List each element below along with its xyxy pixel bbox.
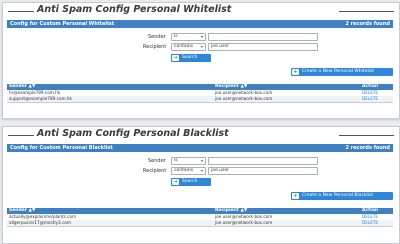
config-header-bar: Config for Custom Personal Whitelist 2 r… (7, 20, 393, 28)
recipient-label: Recipient (143, 44, 167, 50)
sender-operator-select[interactable]: is ▾ (171, 33, 206, 41)
recipient-operator-select[interactable]: contains ▾ (171, 167, 206, 175)
chevron-down-icon: ▾ (200, 158, 203, 163)
page-title: Anti Spam Config Personal Whitelist (37, 4, 232, 15)
recipient-input[interactable]: joe.user (208, 167, 318, 175)
arrow-right-icon: ➜ (172, 55, 179, 61)
chevron-down-icon: ▾ (200, 44, 203, 49)
create-blacklist-button[interactable]: + Create a New Personal Blacklist (291, 192, 393, 200)
create-blacklist-label: Create a New Personal Blacklist (302, 193, 374, 198)
sender-input[interactable] (208, 157, 318, 165)
recipient-input-value: joe.user (211, 44, 230, 49)
sender-label: Sender (148, 34, 166, 40)
recipient-operator-value: contains (174, 44, 194, 49)
sender-operator-value: is (174, 34, 178, 39)
config-header-title: Config for Custom Personal Whitelist (10, 21, 115, 27)
search-button-label: Search (182, 179, 198, 184)
search-button-label: Search (182, 55, 198, 60)
title-rule-left (8, 135, 34, 136)
config-header-bar: Config for Custom Personal Blacklist 2 r… (7, 144, 393, 152)
recipient-input[interactable]: joe.user (208, 43, 318, 51)
search-button[interactable]: ➜ Search (171, 178, 211, 186)
records-count: 2 records found (345, 21, 390, 27)
blacklist-panel: Anti Spam Config Personal Blacklist Conf… (2, 126, 400, 244)
sender-operator-select[interactable]: is ▾ (171, 157, 206, 165)
recipient-operator-select[interactable]: contains ▾ (171, 43, 206, 51)
plus-icon: + (292, 193, 299, 199)
sender-input[interactable] (208, 33, 318, 41)
table-bottom-border (7, 226, 393, 227)
title-rule-right (339, 11, 394, 12)
arrow-right-icon: ➜ (172, 179, 179, 185)
records-count: 2 records found (345, 145, 390, 151)
recipient-input-value: joe.user (211, 168, 230, 173)
create-whitelist-label: Create a New Personal Whitelist (302, 69, 375, 74)
sender-operator-value: is (174, 158, 178, 163)
search-button[interactable]: ➜ Search (171, 54, 211, 62)
config-header-title: Config for Custom Personal Blacklist (10, 145, 113, 151)
title-rule-right (339, 135, 394, 136)
title-rule-left (8, 11, 34, 12)
sender-label: Sender (148, 158, 166, 164)
chevron-down-icon: ▾ (200, 168, 203, 173)
whitelist-panel: Anti Spam Config Personal Whitelist Conf… (2, 2, 400, 119)
plus-icon: + (292, 69, 299, 75)
recipient-operator-value: contains (174, 168, 194, 173)
page-title: Anti Spam Config Personal Blacklist (37, 128, 229, 139)
recipient-label: Recipient (143, 168, 167, 174)
table-bottom-border (7, 102, 393, 103)
chevron-down-icon: ▾ (200, 34, 203, 39)
create-whitelist-button[interactable]: + Create a New Personal Whitelist (291, 68, 393, 76)
